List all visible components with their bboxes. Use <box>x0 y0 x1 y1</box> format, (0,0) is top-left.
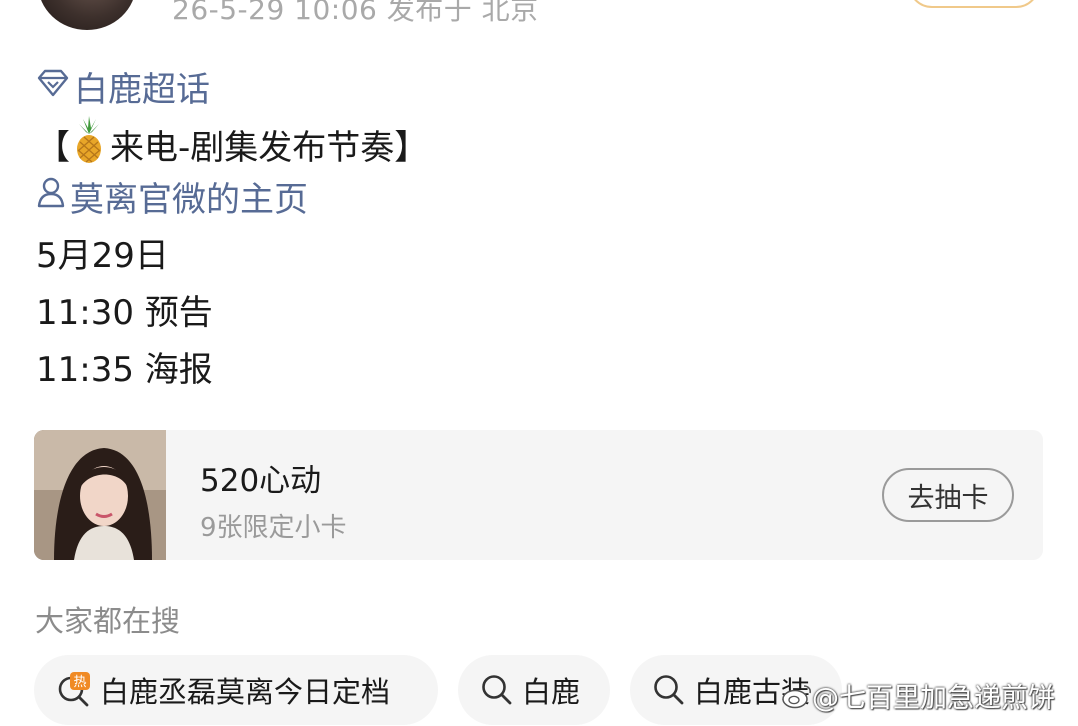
weibo-post-page: 26-5-29 10:06 发布于 北京 白鹿超话 【 来电-剧集发布节奏】 莫… <box>0 0 1078 726</box>
draw-card-button[interactable]: 去抽卡 <box>882 468 1014 522</box>
post-meta: 26-5-29 10:06 发布于 北京 <box>172 0 539 26</box>
hot-search-title: 大家都在搜 <box>35 604 181 638</box>
profile-link-label: 莫离官微的主页 <box>70 180 308 220</box>
pineapple-icon <box>72 116 106 173</box>
chip-label: 白鹿丞磊莫离今日定档 <box>100 675 391 709</box>
card-title: 520心动 <box>200 463 322 499</box>
watermark-text: @七百里加急递煎饼 <box>812 683 1055 714</box>
schedule-line: 11:35 海报 <box>36 350 213 390</box>
chip-label: 白鹿 <box>522 675 581 709</box>
schedule-line: 11:30 预告 <box>36 293 213 333</box>
author-avatar[interactable] <box>38 0 136 30</box>
search-chip[interactable]: 白鹿 <box>458 655 610 725</box>
person-icon <box>36 176 66 217</box>
diamond-icon <box>36 67 70 107</box>
hot-search-chip[interactable]: 热 白鹿丞磊莫离今日定档 <box>34 655 438 725</box>
topic-link[interactable]: 白鹿超话 <box>36 62 210 111</box>
search-icon <box>482 675 512 705</box>
promo-card[interactable]: 520心动 9张限定小卡 去抽卡 <box>34 430 1043 560</box>
card-thumbnail <box>34 430 166 560</box>
weibo-logo-icon <box>782 684 811 708</box>
hot-search-icon: 热 <box>58 672 90 707</box>
headline-text: 来电-剧集发布节奏】 <box>110 128 429 168</box>
profile-link[interactable]: 莫离官微的主页 <box>36 172 308 221</box>
follow-button[interactable] <box>908 0 1040 8</box>
watermark: @七百里加急递煎饼 <box>782 676 1055 715</box>
post-headline: 【 来电-剧集发布节奏】 <box>36 116 428 173</box>
search-icon <box>654 675 684 705</box>
topic-label: 白鹿超话 <box>74 70 210 110</box>
hot-badge-label: 热 <box>73 675 86 690</box>
headline-bracket: 【 <box>36 128 70 168</box>
post-date: 5月29日 <box>36 236 169 276</box>
card-subtitle: 9张限定小卡 <box>200 513 347 543</box>
